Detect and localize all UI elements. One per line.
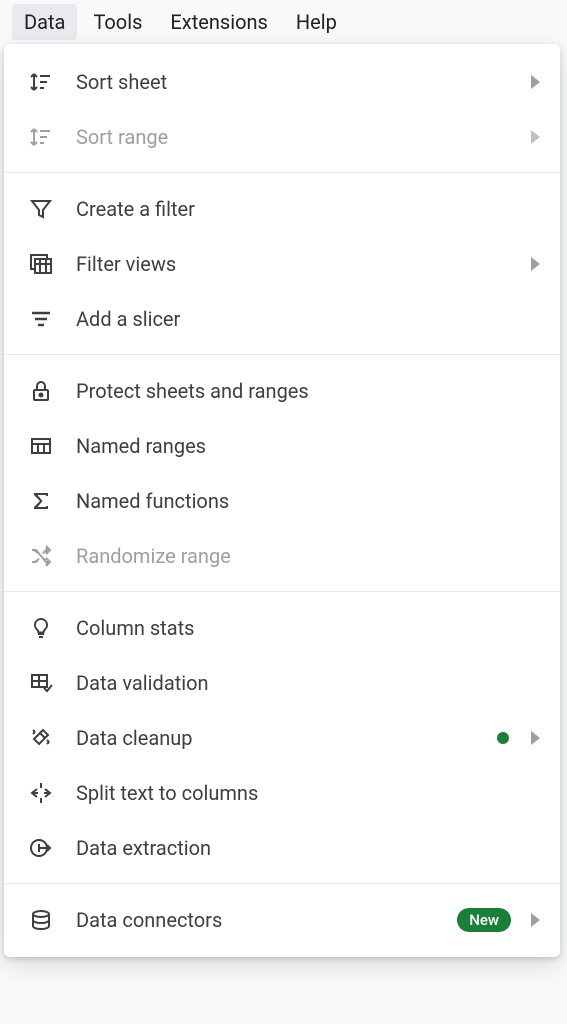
menu-item-label: Column stats	[76, 616, 540, 640]
menubar-item-tools[interactable]: Tools	[81, 4, 154, 40]
randomize-icon	[28, 543, 54, 569]
menu-item-filter-views[interactable]: Filter views	[4, 236, 560, 291]
filter-views-icon	[28, 251, 54, 277]
chevron-right-icon	[531, 75, 540, 89]
extraction-icon	[28, 835, 54, 861]
filter-icon	[28, 196, 54, 222]
menu-item-named-ranges[interactable]: Named ranges	[4, 418, 560, 473]
chevron-right-icon	[531, 731, 540, 745]
menu-item-sort-range: Sort range	[4, 109, 560, 164]
green-dot-indicator	[497, 732, 509, 744]
menu-separator	[4, 591, 560, 592]
chevron-right-icon	[531, 130, 540, 144]
menu-item-label: Randomize range	[76, 544, 540, 568]
menu-item-create-filter[interactable]: Create a filter	[4, 181, 560, 236]
menu-item-named-functions[interactable]: Named functions	[4, 473, 560, 528]
menu-item-label: Data extraction	[76, 836, 540, 860]
menu-item-label: Protect sheets and ranges	[76, 379, 540, 403]
menu-item-split-text[interactable]: Split text to columns	[4, 765, 560, 820]
menubar-item-help[interactable]: Help	[284, 4, 349, 40]
sort-range-icon	[28, 124, 54, 150]
menu-item-label: Sort sheet	[76, 70, 523, 94]
menubar: Data Tools Extensions Help	[0, 0, 567, 44]
menu-item-column-stats[interactable]: Column stats	[4, 600, 560, 655]
menu-item-data-cleanup[interactable]: Data cleanup	[4, 710, 560, 765]
sort-sheet-icon	[28, 69, 54, 95]
data-dropdown-menu: Sort sheet Sort range Create a filter	[4, 44, 560, 957]
menu-separator	[4, 354, 560, 355]
menu-item-label: Create a filter	[76, 197, 540, 221]
menubar-item-extensions[interactable]: Extensions	[158, 4, 279, 40]
cleanup-icon	[28, 725, 54, 751]
menu-item-label: Add a slicer	[76, 307, 540, 331]
menu-item-label: Named functions	[76, 489, 540, 513]
bulb-icon	[28, 615, 54, 641]
slicer-icon	[28, 306, 54, 332]
menu-item-label: Filter views	[76, 252, 523, 276]
validation-icon	[28, 670, 54, 696]
chevron-right-icon	[531, 257, 540, 271]
menu-item-label: Split text to columns	[76, 781, 540, 805]
sigma-icon	[28, 488, 54, 514]
menu-item-label: Data validation	[76, 671, 540, 695]
lock-icon	[28, 378, 54, 404]
chevron-right-icon	[531, 913, 540, 927]
menu-item-data-connectors[interactable]: Data connectors New	[4, 892, 560, 947]
menubar-item-data[interactable]: Data	[12, 4, 77, 40]
menu-separator	[4, 172, 560, 173]
menu-item-label: Data connectors	[76, 908, 457, 932]
new-badge: New	[457, 908, 511, 932]
menu-item-label: Named ranges	[76, 434, 540, 458]
menu-item-protect-sheets[interactable]: Protect sheets and ranges	[4, 363, 560, 418]
named-ranges-icon	[28, 433, 54, 459]
menu-item-label: Sort range	[76, 125, 523, 149]
database-icon	[28, 907, 54, 933]
menu-item-add-slicer[interactable]: Add a slicer	[4, 291, 560, 346]
menu-item-data-validation[interactable]: Data validation	[4, 655, 560, 710]
menu-item-data-extraction[interactable]: Data extraction	[4, 820, 560, 875]
menu-item-sort-sheet[interactable]: Sort sheet	[4, 54, 560, 109]
menu-item-randomize-range: Randomize range	[4, 528, 560, 583]
split-icon	[28, 780, 54, 806]
menu-separator	[4, 883, 560, 884]
menu-item-label: Data cleanup	[76, 726, 497, 750]
